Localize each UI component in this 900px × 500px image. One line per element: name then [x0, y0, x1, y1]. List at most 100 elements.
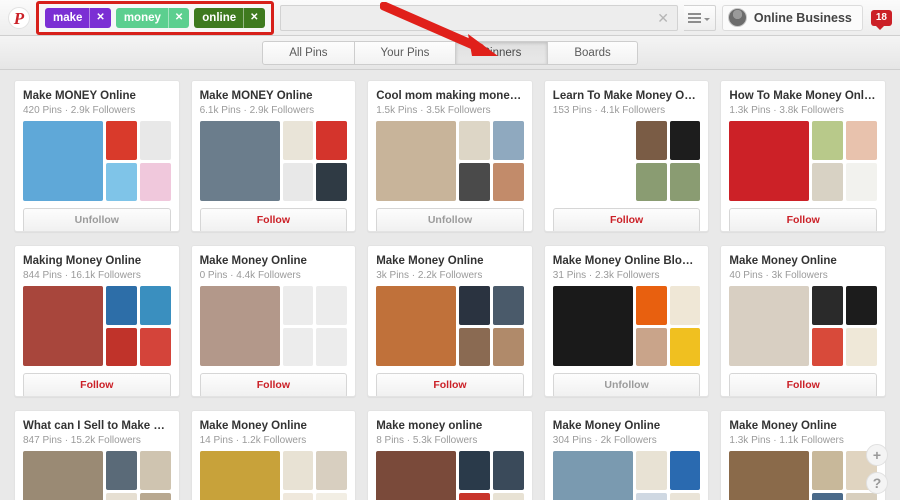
- unfollow-button[interactable]: Unfollow: [376, 208, 524, 231]
- cover-thumbnail[interactable]: [23, 451, 103, 500]
- user-menu[interactable]: Online Business: [721, 4, 863, 31]
- cover-thumbnail[interactable]: [23, 286, 103, 366]
- pin-thumbnail[interactable]: [812, 286, 844, 325]
- pin-thumbnail[interactable]: [459, 451, 490, 490]
- pin-thumbnail[interactable]: [812, 162, 844, 201]
- pin-thumbnail[interactable]: [635, 162, 667, 201]
- pin-thumbnail[interactable]: [459, 162, 490, 201]
- help-button[interactable]: ?: [866, 472, 888, 494]
- pin-thumbnail[interactable]: [106, 451, 137, 490]
- pin-thumbnail[interactable]: [812, 121, 844, 160]
- search-token[interactable]: make ✕: [45, 7, 111, 28]
- pinterest-logo-icon[interactable]: P: [8, 6, 30, 29]
- pinner-card[interactable]: Cool mom making money on... 1.5k Pins · 3…: [367, 80, 533, 232]
- cover-thumbnail[interactable]: [729, 286, 810, 366]
- pin-thumbnail[interactable]: [282, 327, 314, 366]
- pinner-name[interactable]: Make Money Online Blogging: [553, 254, 701, 268]
- pin-thumbnail[interactable]: [106, 492, 137, 500]
- cover-thumbnail[interactable]: [376, 451, 457, 500]
- unfollow-button[interactable]: Unfollow: [23, 208, 171, 231]
- tab-your-pins[interactable]: Your Pins: [354, 40, 457, 65]
- pin-thumbnail[interactable]: [316, 492, 348, 500]
- search-token[interactable]: online ✕: [194, 7, 265, 28]
- cover-thumbnail[interactable]: [552, 121, 633, 201]
- pin-thumbnail[interactable]: [492, 286, 524, 325]
- pin-thumbnail[interactable]: [316, 162, 348, 201]
- pin-thumbnail[interactable]: [106, 327, 137, 366]
- pinner-name[interactable]: Make Money Online: [729, 419, 877, 433]
- pin-thumbnail[interactable]: [139, 492, 171, 500]
- unfollow-button[interactable]: Unfollow: [552, 373, 701, 396]
- tab-pinners[interactable]: Pinners: [456, 40, 549, 65]
- pin-thumbnail[interactable]: [669, 451, 701, 490]
- tab-all-pins[interactable]: All Pins: [262, 40, 355, 65]
- pinner-card[interactable]: Make MONEY Online 6.1k Pins · 2.9k Follow…: [190, 80, 357, 232]
- pin-thumbnail[interactable]: [492, 121, 524, 160]
- pin-thumbnail[interactable]: [282, 492, 314, 500]
- pin-thumbnail[interactable]: [812, 451, 844, 490]
- pinner-name[interactable]: Learn To Make Money Online: [553, 89, 701, 103]
- remove-token-icon[interactable]: ✕: [89, 7, 110, 28]
- cover-thumbnail[interactable]: [199, 286, 280, 366]
- pinner-name[interactable]: Make Money Online: [553, 419, 701, 433]
- pinner-card[interactable]: Make MONEY Online 420 Pins · 2.9k Followe…: [14, 80, 180, 232]
- pinner-name[interactable]: Make money online: [376, 419, 524, 433]
- pinner-card[interactable]: Make Money Online 0 Pins · 4.4k Followers…: [190, 245, 357, 397]
- pin-thumbnail[interactable]: [492, 327, 524, 366]
- remove-token-icon[interactable]: ✕: [167, 7, 189, 28]
- notification-badge[interactable]: 18: [870, 9, 892, 30]
- pin-thumbnail[interactable]: [282, 286, 314, 325]
- follow-button[interactable]: Follow: [729, 208, 877, 231]
- remove-token-icon[interactable]: ✕: [243, 7, 264, 28]
- cover-thumbnail[interactable]: [199, 121, 280, 201]
- pinner-card[interactable]: How To Make Money Online... 1.3k Pins · 3…: [720, 80, 886, 232]
- pin-thumbnail[interactable]: [669, 162, 701, 201]
- pin-thumbnail[interactable]: [669, 492, 701, 500]
- pin-thumbnail[interactable]: [316, 121, 348, 160]
- pin-thumbnail[interactable]: [669, 327, 701, 366]
- pinner-card[interactable]: Make Money Online 3k Pins · 2.2k Follower…: [367, 245, 533, 397]
- add-button[interactable]: +: [866, 444, 888, 466]
- pinner-name[interactable]: Make MONEY Online: [200, 89, 348, 103]
- cover-thumbnail[interactable]: [376, 121, 457, 201]
- pinner-card[interactable]: Making Money Online 844 Pins · 16.1k Foll…: [14, 245, 180, 397]
- pin-thumbnail[interactable]: [106, 162, 137, 201]
- pin-thumbnail[interactable]: [459, 492, 490, 500]
- pinner-card[interactable]: Make Money Online 40 Pins · 3k Followers F…: [720, 245, 886, 397]
- pin-thumbnail[interactable]: [812, 492, 844, 500]
- pinner-name[interactable]: Make Money Online: [200, 254, 348, 268]
- pinner-card[interactable]: Learn To Make Money Online 153 Pins · 4.1…: [543, 80, 710, 232]
- pin-thumbnail[interactable]: [282, 451, 314, 490]
- pin-thumbnail[interactable]: [669, 121, 701, 160]
- follow-button[interactable]: Follow: [552, 208, 701, 231]
- pinner-name[interactable]: What can I Sell to Make Mo...: [23, 419, 171, 433]
- menu-button[interactable]: [683, 4, 716, 31]
- tab-boards[interactable]: Boards: [548, 40, 638, 65]
- pin-thumbnail[interactable]: [282, 121, 314, 160]
- pinner-name[interactable]: Make MONEY Online: [23, 89, 171, 103]
- pin-thumbnail[interactable]: [139, 162, 171, 201]
- pin-thumbnail[interactable]: [635, 121, 667, 160]
- pin-thumbnail[interactable]: [635, 327, 667, 366]
- pin-thumbnail[interactable]: [106, 121, 137, 160]
- pin-thumbnail[interactable]: [139, 327, 171, 366]
- pin-thumbnail[interactable]: [635, 451, 667, 490]
- pin-thumbnail[interactable]: [459, 286, 490, 325]
- pin-thumbnail[interactable]: [669, 286, 701, 325]
- follow-button[interactable]: Follow: [199, 208, 348, 231]
- cover-thumbnail[interactable]: [552, 286, 633, 366]
- pin-thumbnail[interactable]: [846, 492, 877, 500]
- pinner-name[interactable]: Making Money Online: [23, 254, 171, 268]
- pinner-name[interactable]: Cool mom making money on...: [376, 89, 524, 103]
- clear-search-icon[interactable]: ✕: [657, 11, 669, 25]
- pin-thumbnail[interactable]: [846, 286, 877, 325]
- pinner-card[interactable]: Make Money Online 14 Pins · 1.2k Follower…: [190, 410, 357, 500]
- search-token[interactable]: money ✕: [115, 7, 190, 28]
- pin-thumbnail[interactable]: [846, 327, 877, 366]
- pinner-card[interactable]: Make Money Online 1.3k Pins · 1.1k Follow…: [720, 410, 886, 500]
- pin-thumbnail[interactable]: [139, 286, 171, 325]
- pin-thumbnail[interactable]: [139, 121, 171, 160]
- pin-thumbnail[interactable]: [492, 162, 524, 201]
- pin-thumbnail[interactable]: [106, 286, 137, 325]
- pin-thumbnail[interactable]: [492, 492, 524, 500]
